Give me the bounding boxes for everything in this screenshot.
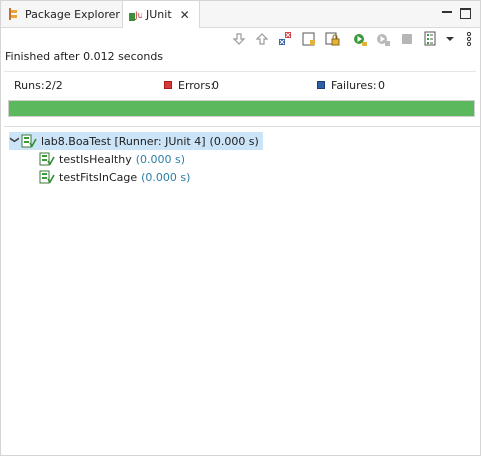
junit-view: Package Explorer Ju JUnit ✕ Finished aft…: [0, 0, 481, 456]
errors-label: Errors:: [178, 78, 215, 92]
tree-root-label: lab8.BoaTest [Runner: JUnit 4]: [41, 134, 206, 148]
status-text: Finished after 0.012 seconds: [5, 50, 164, 63]
tree-item-label: testFitsInCage: [59, 170, 138, 184]
tree-item-label: testIsHealthy: [59, 152, 132, 166]
tree-item-time: (0.000 s): [135, 152, 186, 166]
junit-toolbar: [231, 31, 479, 49]
runs-value: 2/2: [45, 78, 63, 92]
dropdown-icon[interactable]: [442, 31, 458, 47]
failures-label-group: Failures:: [317, 77, 377, 93]
junit-icon: Ju: [128, 8, 143, 22]
errors-value: 0: [212, 78, 219, 92]
show-failures-only-icon[interactable]: [277, 31, 293, 47]
stop-icon[interactable]: [399, 31, 415, 47]
svg-text:Ju: Ju: [134, 11, 142, 21]
failure-icon: [317, 81, 325, 89]
tab-strip: Package Explorer Ju JUnit ✕: [1, 1, 480, 28]
previous-failure-icon[interactable]: [254, 31, 270, 47]
next-failure-icon[interactable]: [231, 31, 247, 47]
tab-junit[interactable]: Ju JUnit ✕: [122, 1, 200, 28]
tree-item-time: (0.000 s): [141, 170, 191, 184]
maximize-button[interactable]: [460, 8, 471, 19]
tab-label: JUnit: [146, 8, 172, 21]
tree-item-test[interactable]: testFitsInCage (0.000 s): [39, 168, 190, 186]
divider: [4, 126, 480, 127]
rerun-failed-first-icon[interactable]: [375, 31, 391, 47]
tree-root-node[interactable]: ❯ lab8.BoaTest [Runner: JUnit 4] (0.000 …: [9, 132, 263, 150]
counters-row: Runs: 2/2 Errors: 0 Failures: 0: [4, 71, 476, 96]
progress-bar: [8, 100, 475, 117]
minimize-button[interactable]: [441, 7, 453, 19]
runs-label: Runs:: [14, 78, 45, 92]
tab-label: Package Explorer: [25, 7, 120, 21]
scroll-lock-icon[interactable]: [301, 31, 317, 47]
close-icon[interactable]: ✕: [180, 8, 190, 22]
lock-icon[interactable]: [324, 31, 340, 47]
view-menu-icon[interactable]: [461, 31, 477, 47]
error-icon: [164, 81, 172, 89]
package-explorer-icon: [7, 7, 21, 21]
test-suite-ok-icon: [21, 133, 37, 149]
tree-item-test[interactable]: testIsHealthy (0.000 s): [39, 150, 185, 168]
errors-label-group: Errors:: [164, 77, 214, 93]
test-ok-icon: [39, 169, 55, 185]
tree-root-time: (0.000 s): [209, 134, 259, 148]
history-icon[interactable]: [423, 31, 439, 47]
test-ok-icon: [39, 151, 55, 167]
failures-value: 0: [378, 78, 385, 92]
failures-label: Failures:: [331, 78, 377, 92]
tab-package-explorer[interactable]: Package Explorer: [1, 1, 122, 27]
rerun-icon[interactable]: [352, 31, 368, 47]
chevron-down-icon[interactable]: ❯: [9, 136, 19, 146]
